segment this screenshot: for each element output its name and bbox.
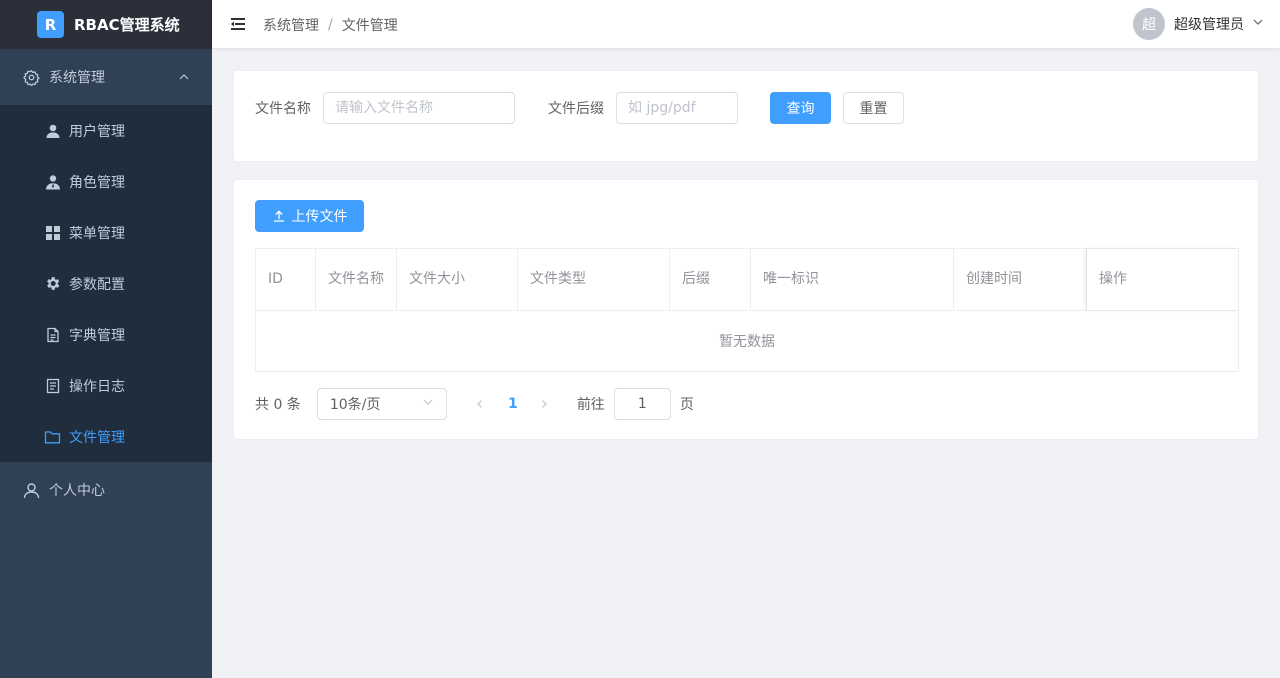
breadcrumb-item-current: 文件管理 [341,18,398,34]
file-suffix-label: 文件后缀 [548,101,604,117]
column-header-unique-id: 唯一标识 [751,249,954,310]
query-button[interactable]: 查询 [770,92,831,124]
table-empty-text: 暂无数据 [719,334,775,350]
file-name-input[interactable] [323,92,515,124]
search-form: 文件名称 文件后缀 查询 重置 [255,92,904,124]
chevron-down-icon [1252,16,1264,32]
upload-button-label: 上传文件 [291,209,348,225]
user-name: 超级管理员 [1174,17,1244,33]
sidebar-item-users[interactable]: 用户管理 [0,105,212,156]
next-page-button[interactable] [534,388,554,420]
reset-button[interactable]: 重置 [843,92,904,124]
prev-page-button[interactable] [470,388,490,420]
sidebar-item-label: 用户管理 [69,123,125,140]
menu-group-system[interactable]: 系统管理 [0,49,212,105]
grid-icon [44,224,61,241]
document-icon [44,326,61,343]
sidebar-item-label: 角色管理 [69,174,125,191]
page-number-current[interactable]: 1 [498,388,528,420]
upload-file-button[interactable]: 上传文件 [255,200,364,232]
menu-group-label: 系统管理 [49,70,105,86]
sidebar-item-files[interactable]: 文件管理 [0,411,212,462]
chevron-left-icon [476,400,482,408]
breadcrumb: 系统管理 / 文件管理 [263,15,398,35]
logo-area[interactable]: R RBAC管理系统 [0,0,212,49]
user-icon [44,122,61,139]
menu-personal-center[interactable]: 个人中心 [0,462,212,518]
table-header: ID 文件名称 文件大小 文件类型 后缀 唯一标识 创建时间 操作 [256,249,1238,311]
person-outline-icon [23,482,40,499]
chevron-right-icon [541,400,547,408]
pagination: 共 0 条 10条/页 1 前往 页 [255,388,694,420]
app-title: RBAC管理系统 [74,16,180,34]
column-header-file-size: 文件大小 [397,249,518,310]
sidebar-item-logs[interactable]: 操作日志 [0,360,212,411]
pagination-total: 共 0 条 [255,397,301,413]
chevron-up-icon [178,71,190,87]
folder-icon [44,428,61,445]
breadcrumb-item-system[interactable]: 系统管理 [263,15,319,35]
file-name-label: 文件名称 [255,101,311,117]
page-size-value: 10条/页 [329,397,381,413]
user-dropdown[interactable]: 超 超级管理员 [1133,8,1264,40]
log-icon [44,377,61,394]
avatar: 超 [1133,8,1165,40]
page-size-select[interactable]: 10条/页 [316,388,447,420]
goto-page-input[interactable] [613,388,671,420]
upload-icon [272,209,286,223]
column-header-created-time: 创建时间 [954,249,1087,310]
sidebar-item-label: 操作日志 [69,378,125,395]
top-header: 系统管理 / 文件管理 超 超级管理员 [212,0,1280,49]
menu-personal-label: 个人中心 [49,483,105,499]
breadcrumb-separator: / [328,17,333,33]
page-unit-label: 页 [679,397,694,413]
gear-icon [44,275,61,292]
sidebar-item-roles[interactable]: 角色管理 [0,156,212,207]
column-header-file-type: 文件类型 [518,249,670,310]
file-suffix-input[interactable] [616,92,738,124]
search-card: 文件名称 文件后缀 查询 重置 [233,70,1259,162]
column-header-id: ID [256,249,316,310]
sidebar: R RBAC管理系统 系统管理 用户管理 角色管理 菜单管理 参数配置 字典管理… [0,0,212,678]
goto-label: 前往 [576,397,605,413]
column-header-suffix: 后缀 [670,249,751,310]
sidebar-item-label: 字典管理 [69,327,125,344]
logo-badge: R [37,11,64,38]
hamburger-icon[interactable] [229,15,247,33]
column-header-actions: 操作 [1087,249,1238,310]
sidebar-item-label: 参数配置 [69,276,125,293]
role-icon [44,173,61,190]
sidebar-item-menus[interactable]: 菜单管理 [0,207,212,258]
sidebar-item-label: 菜单管理 [69,225,125,242]
sidebar-item-params[interactable]: 参数配置 [0,258,212,309]
gear-outline-icon [23,69,40,86]
table-card: 上传文件 ID 文件名称 文件大小 文件类型 后缀 唯一标识 创建时间 操作 暂… [233,179,1259,440]
page-scrollbar[interactable] [1272,49,1280,678]
chevron-down-icon [422,396,434,412]
sidebar-item-label: 文件管理 [69,429,125,446]
column-header-file-name: 文件名称 [316,249,397,310]
sidebar-item-dict[interactable]: 字典管理 [0,309,212,360]
file-table: ID 文件名称 文件大小 文件类型 后缀 唯一标识 创建时间 操作 暂无数据 [255,248,1239,372]
